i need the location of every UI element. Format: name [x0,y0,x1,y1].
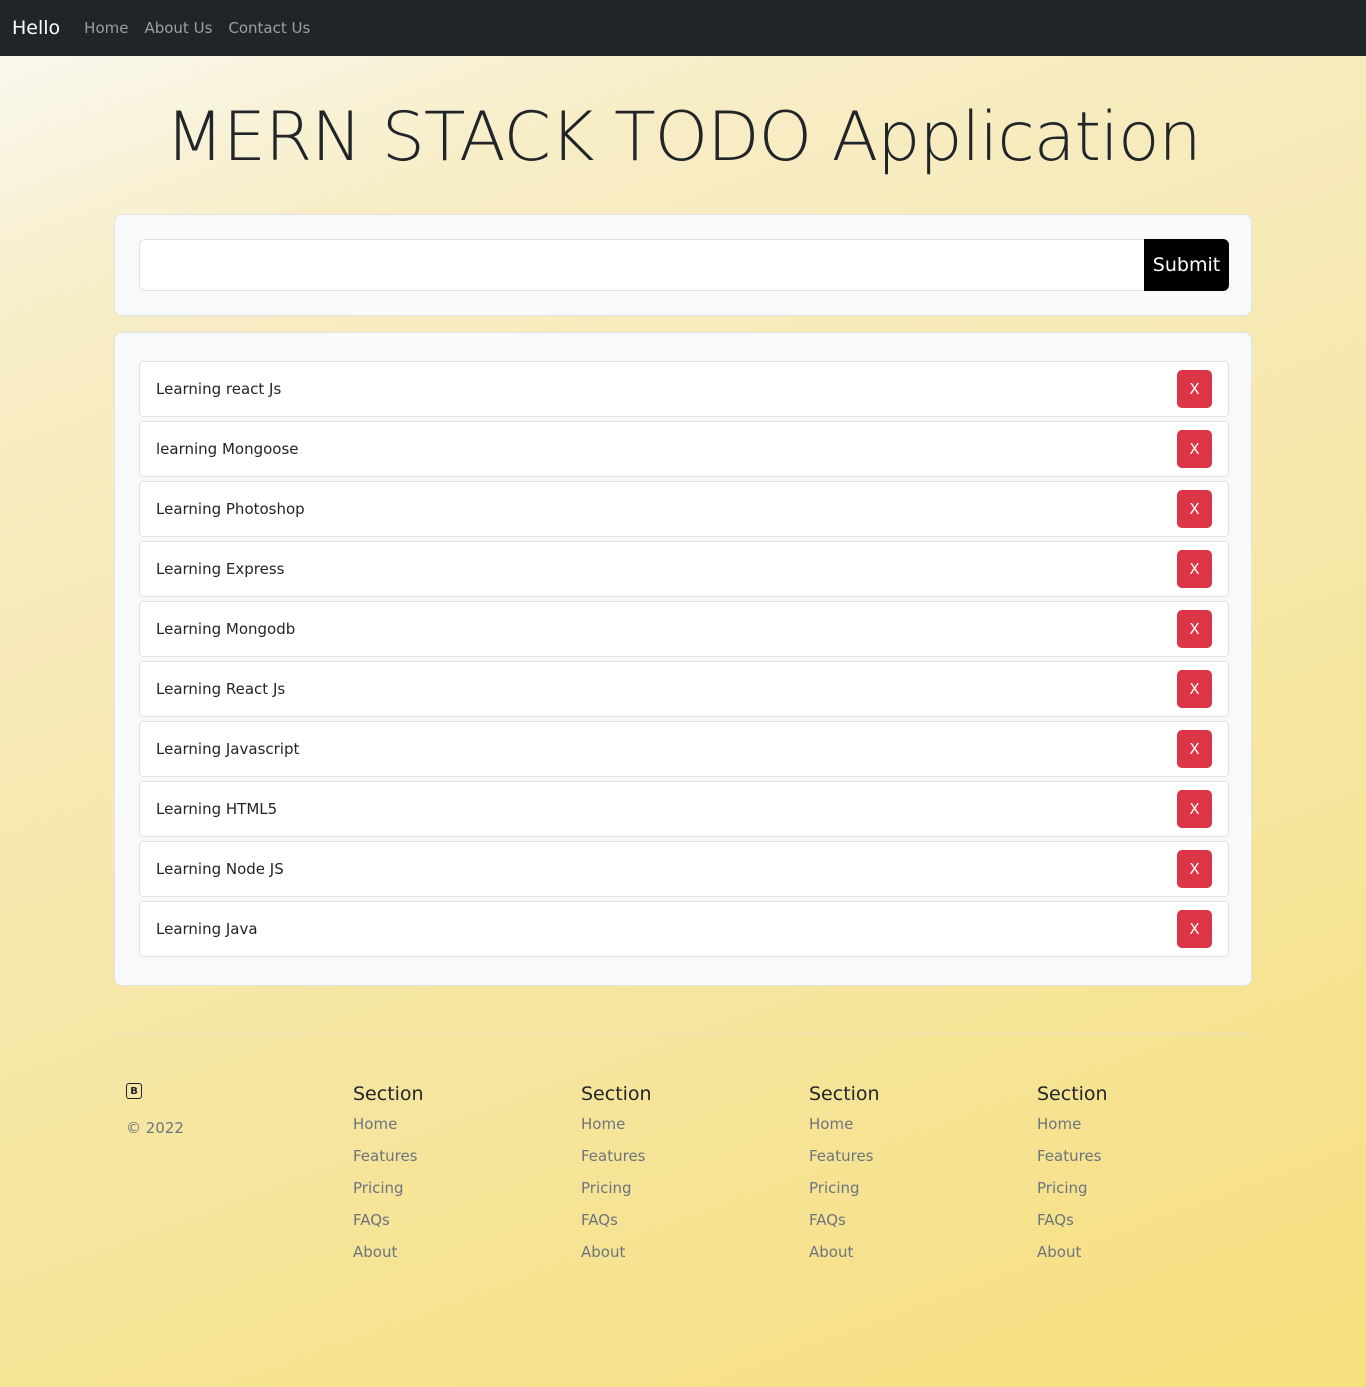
navbar-brand[interactable]: Hello [12,17,60,39]
todo-text: Learning Photoshop [156,500,305,518]
delete-button[interactable]: X [1177,850,1212,888]
footer-link-about[interactable]: About [581,1242,781,1262]
footer-link-home[interactable]: Home [353,1114,553,1134]
todo-item: Learning Photoshop X [139,481,1229,537]
footer-link-features[interactable]: Features [353,1146,553,1166]
footer-column: Section Home Features Pricing FAQs About [353,1083,553,1274]
todo-list-card: Learning react Js Xlearning Mongoose X Lear… [114,332,1252,986]
footer-link-home[interactable]: Home [809,1114,1009,1134]
todo-item: learning Mongoose X [139,421,1229,477]
footer-link-faqs[interactable]: FAQs [809,1210,1009,1230]
todo-text: Learning Node JS [156,860,284,878]
footer-column: Section Home Features Pricing FAQs About [1037,1083,1237,1274]
delete-button[interactable]: X [1177,670,1212,708]
footer-column-heading: Section [1037,1083,1108,1105]
footer-link-about[interactable]: About [1037,1242,1237,1262]
footer-link-about[interactable]: About [809,1242,1009,1262]
footer-link-features[interactable]: Features [809,1146,1009,1166]
footer-column-heading: Section [809,1083,880,1105]
todo-item: Learning React Js X [139,661,1229,717]
footer-column: Section Home Features Pricing FAQs About [809,1083,1009,1274]
todo-item: Learning Express X [139,541,1229,597]
nav-link-about-us[interactable]: About Us [144,19,212,37]
todo-text: Learning React Js [156,680,286,698]
footer-brand: B © 2022 [126,1083,184,1137]
todo-input[interactable] [139,239,1145,291]
footer-link-faqs[interactable]: FAQs [353,1210,553,1230]
todo-item: Learning react Js X [139,361,1229,417]
todo-item: Learning HTML5 X [139,781,1229,837]
delete-button[interactable]: X [1177,490,1212,528]
footer-column-heading: Section [581,1083,652,1105]
nav-link-home[interactable]: Home [84,19,128,37]
todo-text: Learning Express [156,560,285,578]
footer-link-pricing[interactable]: Pricing [1037,1178,1237,1198]
todo-list: Learning react Js Xlearning Mongoose X Lear… [139,361,1229,961]
delete-button[interactable]: X [1177,430,1212,468]
delete-button[interactable]: X [1177,910,1212,948]
todo-text: Learning Java [156,920,258,938]
nav-link-contact-us[interactable]: Contact Us [228,19,310,37]
delete-button[interactable]: X [1177,550,1212,588]
navbar: Hello Home About Us Contact Us [0,0,1366,56]
todo-text: Learning Javascript [156,740,300,758]
footer-link-pricing[interactable]: Pricing [353,1178,553,1198]
footer-link-about[interactable]: About [353,1242,553,1262]
delete-button[interactable]: X [1177,790,1212,828]
footer-link-faqs[interactable]: FAQs [1037,1210,1237,1230]
todo-text: Learning react Js [156,380,282,398]
footer-divider [114,1033,1252,1034]
delete-button[interactable]: X [1177,730,1212,768]
todo-item: Learning Node JS X [139,841,1229,897]
footer-link-features[interactable]: Features [1037,1146,1237,1166]
footer-link-home[interactable]: Home [581,1114,781,1134]
footer-link-home[interactable]: Home [1037,1114,1237,1134]
todo-text: Learning Mongodb [156,620,296,638]
footer-link-features[interactable]: Features [581,1146,781,1166]
footer-link-pricing[interactable]: Pricing [581,1178,781,1198]
todo-item: Learning Java X [139,901,1229,957]
footer-link-faqs[interactable]: FAQs [581,1210,781,1230]
footer-column-heading: Section [353,1083,424,1105]
todo-form-card: Submit [114,214,1252,316]
bootstrap-logo-icon[interactable]: B [126,1083,142,1099]
copyright-text: © 2022 [126,1119,184,1137]
todo-item: Learning Javascript X [139,721,1229,777]
delete-button[interactable]: X [1177,370,1212,408]
delete-button[interactable]: X [1177,610,1212,648]
todo-text: Learning HTML5 [156,800,278,818]
todo-item: Learning Mongodb X [139,601,1229,657]
page-title: MERN STACK TODO Application [165,98,1201,177]
footer-column: Section Home Features Pricing FAQs About [581,1083,781,1274]
todo-text: learning Mongoose [156,440,299,458]
footer-link-pricing[interactable]: Pricing [809,1178,1009,1198]
submit-button[interactable]: Submit [1144,239,1229,291]
